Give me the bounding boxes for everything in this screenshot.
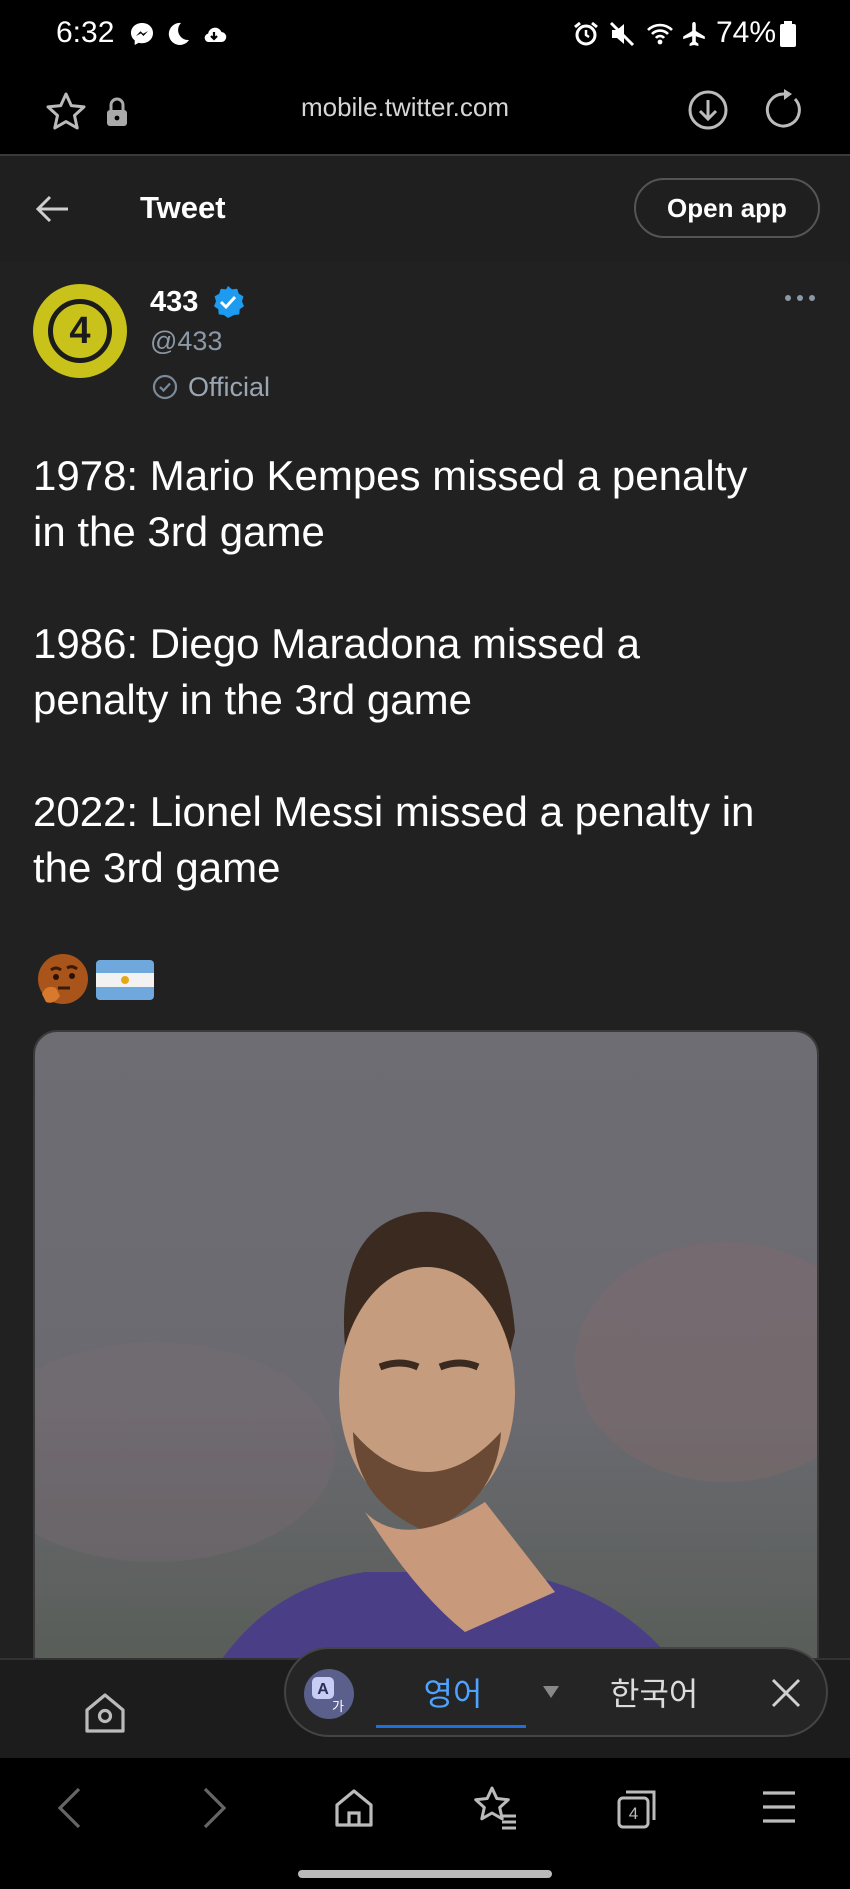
avatar-logo: 4 [48,299,112,363]
tweet: 4 433 @433 Official 1978: Mario Kempes m… [0,262,850,1658]
browser-address-bar: mobile.twitter.com [0,68,850,156]
bookmark-star-icon[interactable] [44,90,88,134]
bookmarks-icon[interactable] [472,1784,520,1832]
gesture-bar[interactable] [298,1870,552,1878]
back-icon[interactable] [54,1786,84,1830]
tweet-line: 1978: Mario Kempes missed a penalty [33,452,748,499]
mute-icon [609,21,635,47]
active-tab-indicator [376,1725,526,1728]
translate-bar: A 가 영어 한국어 [284,1647,828,1737]
svg-text:가: 가 [332,1700,344,1715]
tweet-line: the 3rd game [33,844,281,891]
menu-icon[interactable] [760,1788,798,1826]
download-icon[interactable] [686,88,730,132]
url-text[interactable]: mobile.twitter.com [200,92,610,123]
page-title: Tweet [140,190,226,225]
messenger-icon [131,23,153,45]
forward-icon[interactable] [200,1786,230,1830]
argentina-flag-icon [96,960,154,1000]
tabs-icon[interactable]: 4 [614,1784,662,1832]
handle[interactable]: @433 [150,326,222,357]
tweet-text: 1978: Mario Kempes missed a penalty in t… [33,448,833,896]
tweet-image[interactable] [33,1030,819,1658]
reload-icon[interactable] [762,88,806,132]
lock-icon[interactable] [104,96,130,128]
airplane-icon [683,22,705,46]
moon-icon [168,22,189,45]
cloud-icon [204,27,227,43]
battery-percent: 74% [716,16,777,49]
official-badge-icon [152,374,178,400]
more-options-icon[interactable] [784,292,816,304]
close-icon[interactable] [770,1677,802,1709]
browser-bottom-nav: 4 [0,1758,850,1889]
dropdown-arrow-icon[interactable] [542,1685,560,1699]
tweet-line: penalty in the 3rd game [33,676,472,723]
status-time: 6:32 [56,16,115,49]
source-language-tab[interactable]: 영어 [378,1669,528,1715]
svg-text:A: A [317,1681,329,1698]
browser-home-icon[interactable] [332,1786,376,1830]
alarm-icon [574,21,598,46]
battery-icon [780,21,796,47]
thinking-face-icon [38,954,88,1004]
verified-badge-icon [214,286,244,318]
wifi-icon [647,23,673,45]
avatar[interactable]: 4 [33,284,127,378]
tweet-line: 1986: Diego Maradona missed a [33,620,641,667]
official-label: Official [188,372,271,402]
status-bar: 6:32 74% [0,0,850,68]
photo-illustration [35,1211,817,1658]
tweet-line: 2022: Lionel Messi missed a penalty in [33,788,755,835]
svg-text:4: 4 [629,1804,638,1823]
back-arrow-icon[interactable] [34,194,70,224]
tweet-line: in the 3rd game [33,508,325,555]
tweet-header: Tweet Open app [0,156,850,262]
target-language-tab[interactable]: 한국어 [610,1669,698,1715]
display-name[interactable]: 433 [150,286,198,319]
translate-icon[interactable]: A 가 [304,1669,354,1719]
home-icon[interactable] [82,1690,128,1736]
open-app-button[interactable]: Open app [634,178,820,238]
